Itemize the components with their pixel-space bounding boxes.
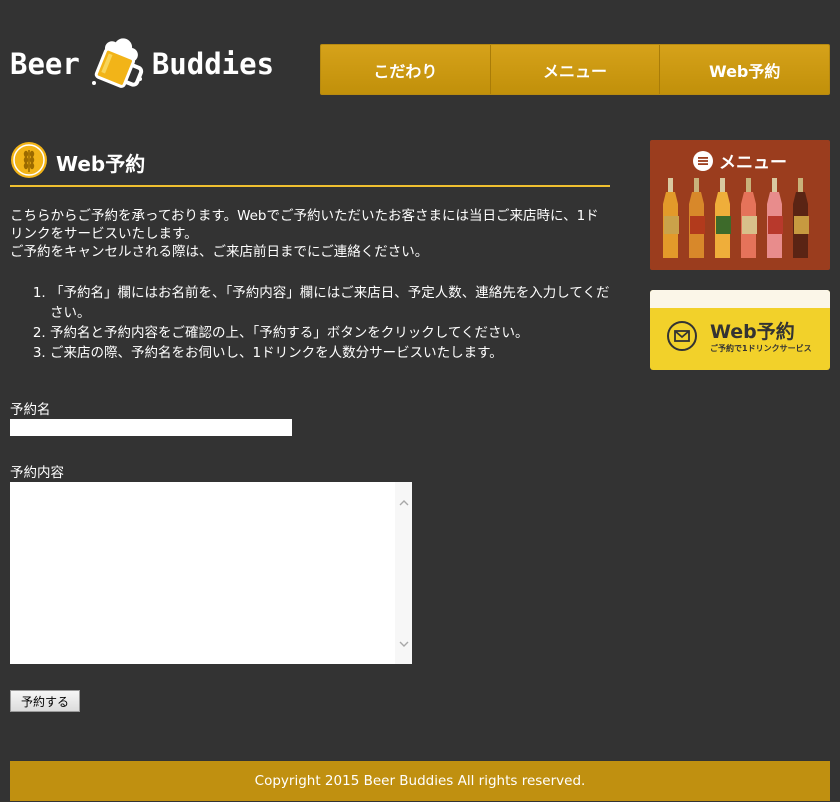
beer-mug-icon [88,35,146,93]
intro-paragraph: ご予約をキャンセルされる際は、ご来店前日までにご連絡ください。 [10,244,429,260]
logo-text-beer: Beer [10,47,80,81]
chevron-down-icon[interactable] [395,635,412,652]
wheat-icon [10,141,48,183]
instruction-list: 「予約名」欄にはお名前を、「予約内容」欄にはご来店日、予定人数、連絡先を入力して… [10,283,610,363]
textarea-scrollbar[interactable] [395,482,412,664]
menu-banner-label: メニュー [719,153,787,173]
chevron-up-icon[interactable] [395,494,412,511]
logo-text-buddies: Buddies [151,47,275,81]
reservation-content-textarea[interactable] [10,482,412,664]
reserve-banner-title: Web予約 [710,321,795,343]
reservation-name-input[interactable] [10,419,292,436]
main-nav: こだわり メニュー Web予約 [320,44,830,95]
beer-bottles-image [662,178,822,266]
copyright-text: Copyright 2015 Beer Buddies All rights r… [254,773,586,789]
reservation-name-label: 予約名 [10,402,51,418]
web-reservation-banner[interactable]: Web予約 ご予約で1ドリンクサービス [650,290,830,370]
menu-banner[interactable]: メニュー [650,140,830,270]
nav-item-web-reservation[interactable]: Web予約 [660,45,829,94]
section-heading: Web予約 [10,142,610,187]
page-title: Web予約 [56,151,146,176]
page: Beer Buddies こだわり メニュー Web予約 Web予約 こちらから… [0,0,840,802]
instruction-step: ご来店の際、予約名をお伺いし、1ドリンクを人数分サービスいたします。 [50,343,610,363]
site-logo[interactable]: Beer Buddies [10,36,274,92]
reservation-content-label: 予約内容 [10,465,64,481]
list-icon [693,150,713,171]
reserve-banner-subtitle: ご予約で1ドリンクサービス [710,344,812,353]
nav-item-kodawari[interactable]: こだわり [321,45,491,94]
nav-item-menu[interactable]: メニュー [491,45,661,94]
main-content: Web予約 こちらからご予約を承っております。Webでご予約いただいたお客さまに… [10,142,610,363]
instruction-step: 「予約名」欄にはお名前を、「予約内容」欄にはご来店日、予定人数、連絡先を入力して… [50,283,610,323]
intro-paragraph: こちらからご予約を承っております。Webでご予約いただいたお客さまには当日ご来店… [10,208,599,242]
foam-decoration [650,290,830,308]
reserve-submit-button[interactable]: 予約する [10,690,80,712]
footer: Copyright 2015 Beer Buddies All rights r… [10,761,830,801]
intro-text: こちらからご予約を承っております。Webでご予約いただいたお客さまには当日ご来店… [10,207,610,261]
mail-icon [667,321,697,355]
menu-banner-title: メニュー [650,148,830,173]
instruction-step: 予約名と予約内容をご確認の上、「予約する」ボタンをクリックしてください。 [50,323,610,343]
